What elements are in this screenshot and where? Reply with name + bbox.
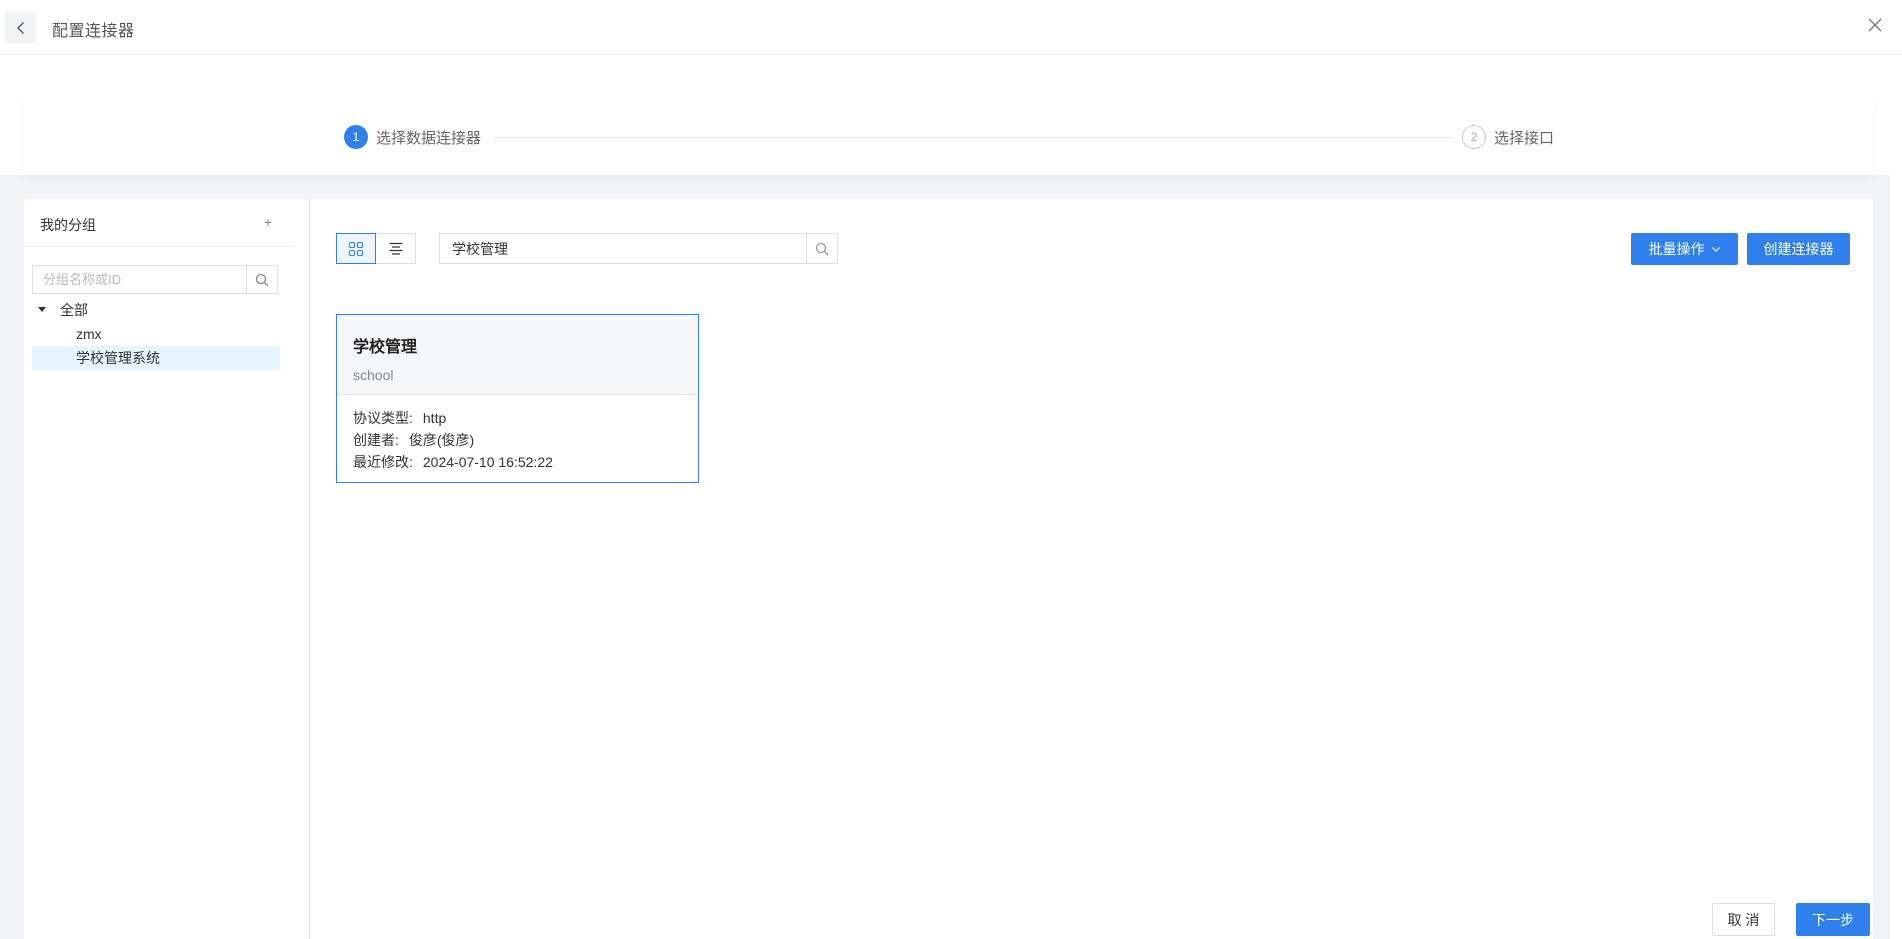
connector-card-body: 协议类型: http 创建者: 俊彦(俊彦) 最近修改: 2024-07-10 16:… (337, 395, 698, 485)
connector-list-panel: 批量操作 创建连接器 学校管理 school 协议类型: http 创建者: 俊彦(… (311, 199, 1873, 939)
tree-node-all[interactable]: 全部 (32, 298, 280, 322)
modified-label: 最近修改: (353, 454, 413, 470)
tree-node-label: 学校管理系统 (76, 350, 160, 366)
connector-card-header: 学校管理 school (337, 315, 698, 395)
caret-down-icon[interactable] (37, 305, 47, 315)
close-icon (1868, 18, 1882, 32)
modified-value: 2024-07-10 16:52:22 (422, 454, 553, 470)
search-icon (815, 242, 829, 255)
group-search (32, 265, 278, 294)
step-1: 1 选择数据连接器 (344, 125, 481, 149)
connector-card[interactable]: 学校管理 school 协议类型: http 创建者: 俊彦(俊彦) 最近修改: 20… (336, 314, 699, 483)
scrollbar[interactable] (1890, 55, 1902, 939)
step-label: 选择数据连接器 (376, 129, 482, 147)
batch-operation-button[interactable]: 批量操作 (1631, 233, 1738, 265)
step-label: 选择接口 (1494, 129, 1555, 147)
page-header: 配置连接器 (0, 0, 1902, 55)
cancel-button[interactable]: 取 消 (1712, 903, 1775, 936)
grid-icon (348, 241, 364, 256)
add-group-button[interactable]: + (260, 214, 276, 230)
group-header: 我的分组 + (24, 199, 294, 247)
step-number: 1 (344, 125, 368, 149)
close-button[interactable] (1864, 14, 1886, 36)
back-button[interactable] (5, 12, 36, 43)
tree-node-zmx[interactable]: zmx (32, 322, 280, 346)
modified-row: 最近修改: 2024-07-10 16:52:22 (353, 451, 682, 473)
group-search-button[interactable] (246, 266, 277, 293)
connector-search (439, 233, 838, 264)
connector-name: 学校管理 (353, 339, 418, 356)
connector-code: school (353, 367, 394, 383)
chevron-left-icon (16, 21, 24, 34)
group-title: 我的分组 (40, 217, 96, 233)
list-icon (389, 242, 402, 255)
tree-node-label: 全部 (60, 302, 88, 318)
protocol-value: http (422, 410, 447, 426)
view-toggle (336, 233, 417, 264)
create-connector-button[interactable]: 创建连接器 (1747, 233, 1850, 265)
step-2: 2 选择接口 (1462, 125, 1554, 149)
protocol-label: 协议类型: (353, 410, 413, 426)
batch-operation-label: 批量操作 (1648, 241, 1705, 257)
group-search-input[interactable] (33, 266, 246, 293)
group-panel: 我的分组 + 全部 zmx 学校管理系统 (24, 199, 310, 939)
grid-view-button[interactable] (336, 233, 376, 264)
list-view-button[interactable] (376, 233, 416, 264)
search-icon (255, 273, 269, 286)
chevron-down-icon (1711, 247, 1720, 252)
step-indicator: 1 选择数据连接器 2 选择接口 (24, 95, 1873, 175)
tree-node-school-system[interactable]: 学校管理系统 (32, 346, 280, 370)
creator-value: 俊彦(俊彦) (408, 432, 475, 448)
page-title: 配置连接器 (52, 23, 135, 40)
protocol-row: 协议类型: http (353, 407, 682, 429)
creator-label: 创建者: (353, 432, 399, 448)
creator-row: 创建者: 俊彦(俊彦) (353, 429, 682, 451)
connector-search-input[interactable] (440, 234, 806, 263)
next-step-button[interactable]: 下一步 (1796, 903, 1870, 936)
connector-search-button[interactable] (806, 234, 837, 263)
step-connector-line (494, 137, 1452, 138)
step-number: 2 (1462, 125, 1486, 149)
tree-node-label: zmx (76, 326, 102, 342)
